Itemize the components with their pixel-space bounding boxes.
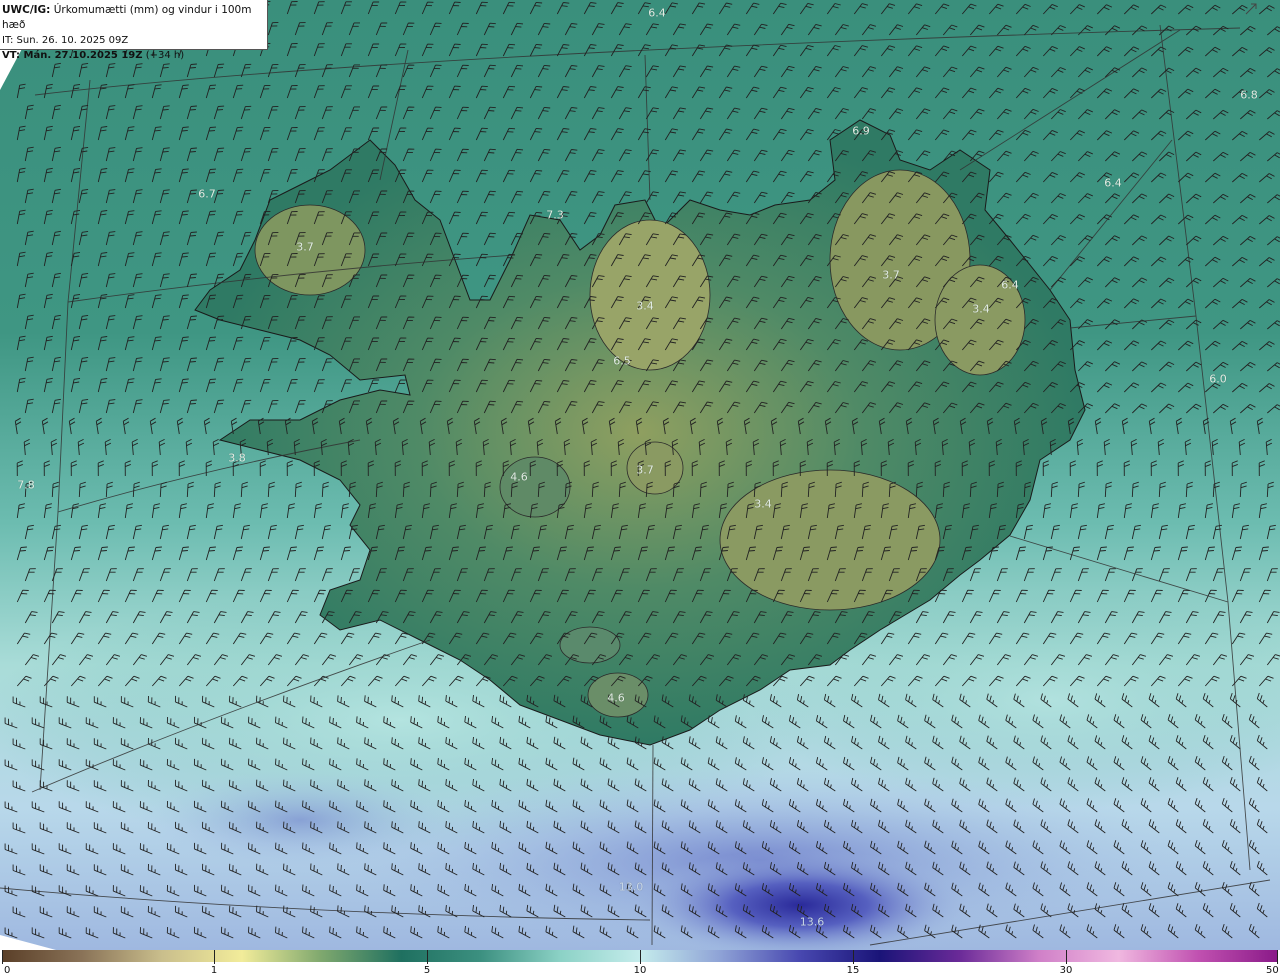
colorbar-label: 0 <box>4 965 11 976</box>
value-label: 3.4 <box>636 299 654 313</box>
value-label: 3.7 <box>882 268 900 282</box>
colorbar-label: 1 <box>210 965 218 976</box>
corner-arrow-icon <box>1245 3 1257 15</box>
value-label: 13.0 <box>618 880 644 894</box>
colorbar-label: 30 <box>1059 965 1073 976</box>
info-box: UWC/IG: Úrkomumætti (mm) og vindur i 100… <box>0 0 268 61</box>
value-label: 4.6 <box>510 470 528 484</box>
value-label: 6.7 <box>198 187 216 201</box>
value-label: 6.5 <box>613 354 631 368</box>
value-label: 3.4 <box>972 302 990 316</box>
value-label: 3.7 <box>296 240 314 254</box>
colorbar-tick <box>640 950 641 964</box>
colorbar-label: 15 <box>846 965 860 976</box>
value-label: 6.9 <box>852 124 870 138</box>
value-label: 13.6 <box>799 915 825 929</box>
value-label: 6.8 <box>1240 88 1258 102</box>
colorbar: 0 1 5 10 15 30 50 <box>0 950 1280 978</box>
valid-time: VT: Mán. 27.10.2025 19Z <box>2 50 143 61</box>
value-label: 3.8 <box>228 451 246 465</box>
colorbar-label: 5 <box>423 965 431 976</box>
colorbar-label: 10 <box>633 965 647 976</box>
product-code: UWC/IG: <box>2 4 51 16</box>
colorbar-label: 50 <box>1266 965 1279 976</box>
colorbar-tick <box>853 950 854 964</box>
colorbar-tick <box>427 950 428 964</box>
forecast-offset: (+34 h) <box>145 50 185 61</box>
value-label: 7.8 <box>17 478 35 492</box>
value-label: 6.4 <box>1104 176 1122 190</box>
value-label: 7.3 <box>546 208 564 222</box>
colorbar-tick <box>1066 950 1067 964</box>
colorbar-tick <box>2 950 3 964</box>
colorbar-tick <box>1277 950 1278 964</box>
colorbar-tick <box>214 950 215 964</box>
value-label: 4.6 <box>607 691 625 705</box>
value-label: 6.4 <box>648 6 666 20</box>
value-label: 3.7 <box>636 463 654 477</box>
value-label: 6.4 <box>1001 278 1019 292</box>
value-label: 6.0 <box>1209 372 1227 386</box>
value-label: 3.4 <box>754 497 772 511</box>
initial-time: IT: Sun. 26. 10. 2025 09Z <box>2 35 129 46</box>
